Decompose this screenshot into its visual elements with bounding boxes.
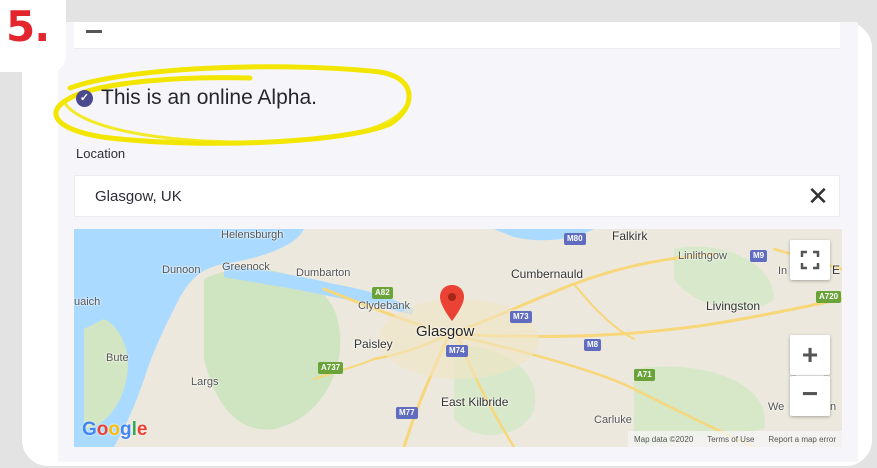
zoom-out-button[interactable]: − [790,376,830,416]
place-e-fragment: E [832,263,841,277]
location-label: Location [76,146,126,161]
place-in-fragment: In [778,265,788,277]
fullscreen-button[interactable] [790,240,830,280]
place-east-kilbride: East Kilbride [441,395,509,409]
place-clydebank: Clydebank [358,300,410,312]
place-greenock: Greenock [222,261,270,273]
place-dunoon: Dunoon [162,264,201,276]
online-note-text: This is an online Alpha. [101,86,317,109]
shield-m8: M8 [584,339,602,351]
clear-location-button[interactable]: ✕ [803,181,833,211]
shield-a71: A71 [634,369,655,381]
place-glasgow: Glasgow [416,323,475,340]
place-linlithgow: Linlithgow [678,250,727,262]
place-paisley: Paisley [354,337,393,351]
location-input[interactable]: Glasgow, UK ✕ [74,175,840,217]
map-pin-icon[interactable] [440,285,464,321]
shield-a720: A720 [816,291,842,303]
place-n-fragment: n [830,401,837,413]
place-we-fragment: We [768,401,785,413]
location-value[interactable]: Glasgow, UK [95,188,182,205]
place-cumbernauld: Cumbernauld [511,267,584,281]
shield-m73: M73 [510,311,532,323]
shield-m77: M77 [396,407,418,419]
map-view[interactable]: Helensburgh Dunoon Greenock Dumbarton Cl… [74,229,842,447]
shield-m9: M9 [750,250,768,262]
google-logo[interactable]: Google [82,419,147,441]
map-attribution: Map data ©2020 Terms of Use Report a map… [628,431,842,447]
place-uaich: uaich [74,296,101,308]
close-icon: ✕ [807,181,829,211]
place-falkirk: Falkirk [612,229,648,243]
zoom-in-button[interactable]: + [790,335,830,375]
shield-a737: A737 [318,362,344,374]
check-circle-icon: ✓ [76,89,93,107]
place-livingston: Livingston [706,299,761,313]
report-map-error-link[interactable]: Report a map error [768,435,836,444]
shield-m74: M74 [446,345,468,357]
place-largs: Largs [191,376,219,388]
place-bute: Bute [106,352,129,364]
step-number: 5. [6,2,50,51]
shield-a82: A82 [372,287,393,299]
map-data-credit: Map data ©2020 [634,434,694,444]
minus-icon [86,30,102,33]
place-carluke: Carluke [594,414,632,426]
online-note: ✓ This is an online Alpha. [76,86,317,110]
step-badge: 5. [0,0,66,72]
shield-m80: M80 [564,233,586,245]
place-helensburgh: Helensburgh [221,229,284,241]
place-dumbarton: Dumbarton [296,267,351,279]
terms-of-use-link[interactable]: Terms of Use [707,435,754,444]
fullscreen-icon [800,250,820,270]
previous-field[interactable] [74,22,840,49]
